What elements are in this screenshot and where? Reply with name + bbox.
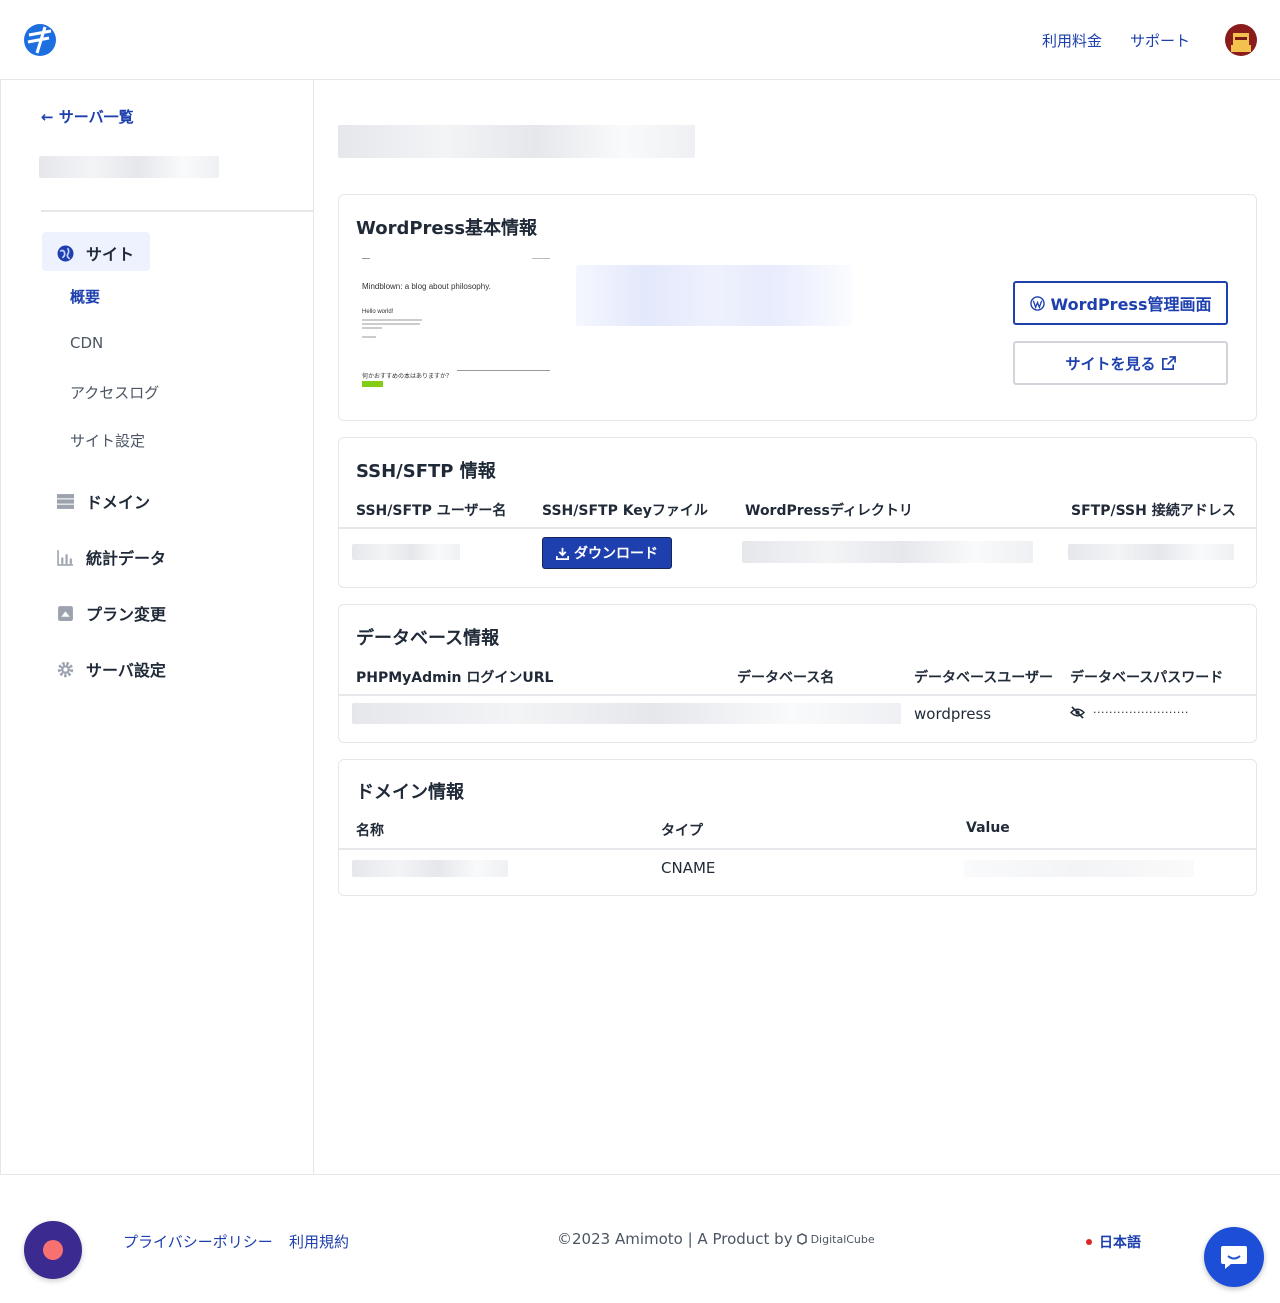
column-header-ssh-user: SSH/SFTP ユーザー名 [356, 503, 507, 519]
server-name-redacted [39, 156, 219, 178]
chat-bubble-icon [1221, 1246, 1247, 1269]
user-avatar[interactable] [1225, 24, 1257, 56]
wordpress-info-card: WordPress基本情報 Mindblown: a blog about ph… [338, 194, 1257, 421]
column-header-value: Value [966, 820, 1010, 836]
ssh-username-redacted [352, 544, 460, 560]
site-url-redacted [576, 265, 852, 326]
nav-plan-label: プラン変更 [86, 605, 167, 624]
phpmyadmin-url-redacted [352, 703, 901, 724]
language-label: 日本語 [1099, 1235, 1141, 1251]
nav-stats-label: 統計データ [86, 549, 167, 568]
nav-site-label: サイト [86, 245, 135, 264]
db-password-field: ························ [1070, 706, 1256, 719]
nav-item-site[interactable]: サイト [57, 241, 134, 265]
eye-off-icon[interactable] [1070, 706, 1085, 719]
nav-item-plan[interactable]: プラン変更 [57, 601, 166, 625]
column-header-key-file: SSH/SFTP Keyファイル [542, 503, 708, 519]
column-header-phpmyadmin-url: PHPMyAdmin ログインURL [356, 670, 554, 686]
table-header-divider [339, 848, 1256, 850]
back-to-server-list-link[interactable]: ← サーバ一覧 [41, 106, 134, 127]
sub-item-overview[interactable]: 概要 [70, 286, 100, 307]
db-password-mask: ························ [1093, 706, 1189, 719]
gear-icon [57, 661, 74, 677]
wordpress-icon [1029, 295, 1045, 311]
site-name-redacted [338, 125, 695, 158]
table-header-divider [339, 694, 1256, 696]
download-label: ダウンロード [574, 546, 658, 562]
pricing-link[interactable]: 利用料金 [1042, 30, 1102, 51]
column-header-name: 名称 [356, 823, 384, 839]
upgrade-icon [58, 605, 73, 621]
wordpress-admin-button[interactable]: WordPress管理画面 [1013, 281, 1228, 325]
copyright: ©2023 Amimoto | A Product by DigitalCube [557, 1230, 875, 1248]
view-site-label: サイトを見る [1065, 354, 1156, 373]
ssh-info-title: SSH/SFTP 情報 [356, 461, 496, 482]
sub-item-access-log[interactable]: アクセスログ [70, 382, 159, 403]
column-header-db-password: データベースパスワード [1070, 670, 1224, 686]
chat-support-button[interactable] [1204, 1227, 1264, 1287]
nav-item-server-settings[interactable]: サーバ設定 [57, 657, 166, 681]
globe-icon [57, 245, 74, 261]
language-selector[interactable]: 日本語 [1086, 1232, 1141, 1252]
wordpress-admin-label: WordPress管理画面 [1050, 295, 1212, 314]
sub-item-cdn[interactable]: CDN [70, 334, 103, 352]
nav-domain-label: ドメイン [86, 493, 151, 512]
terms-link[interactable]: 利用規約 [289, 1231, 349, 1252]
view-site-button[interactable]: サイトを見る [1013, 341, 1228, 385]
digitalcube-logo-icon [796, 1233, 807, 1245]
amimoto-logo[interactable] [23, 23, 57, 57]
copyright-text: ©2023 Amimoto | A Product by [557, 1230, 793, 1248]
bar-chart-icon [57, 549, 73, 566]
nav-item-stats[interactable]: 統計データ [57, 545, 166, 569]
external-link-icon [1161, 355, 1176, 370]
app-shell: ← サーバ一覧 サイト 概要 CDN アクセスログ サイト設定 ドメイン 統計デ… [0, 80, 1280, 1175]
column-header-sftp-address: SFTP/SSH 接続アドレス [1071, 503, 1236, 519]
top-bar: 利用料金 サポート [0, 0, 1280, 80]
domain-name-redacted [352, 860, 508, 877]
column-header-db-user: データベースユーザー [914, 670, 1054, 686]
column-header-wp-directory: WordPressディレクトリ [745, 503, 913, 519]
download-icon [556, 547, 569, 560]
column-header-db-name: データベース名 [737, 670, 835, 686]
wordpress-info-title: WordPress基本情報 [356, 218, 538, 239]
server-icon [57, 493, 74, 509]
japan-flag-icon [1086, 1239, 1092, 1245]
nav-item-domain[interactable]: ドメイン [57, 489, 150, 513]
wp-directory-redacted [742, 541, 1033, 563]
sub-item-site-settings[interactable]: サイト設定 [70, 430, 145, 451]
preview-blog-title: Mindblown: a blog about philosophy. [362, 282, 491, 291]
preview-post-title: Hello world! [362, 309, 394, 315]
preview-question: 何かおすすめの本はありますか？ [362, 374, 453, 380]
privacy-policy-link[interactable]: プライバシーポリシー [123, 1231, 273, 1252]
record-dot-icon [43, 1240, 63, 1260]
sidebar: ← サーバ一覧 サイト 概要 CDN アクセスログ サイト設定 ドメイン 統計デ… [1, 80, 314, 1175]
digitalcube-brand[interactable]: DigitalCube [811, 1233, 875, 1246]
sftp-address-redacted [1068, 544, 1234, 560]
domain-info-card: ドメイン情報 名称 タイプ Value CNAME [338, 759, 1257, 896]
sidebar-divider [41, 210, 313, 212]
table-header-divider [339, 527, 1256, 529]
nav-server-settings-label: サーバ設定 [86, 661, 166, 680]
download-key-button[interactable]: ダウンロード [542, 537, 672, 569]
site-preview-thumbnail[interactable]: Mindblown: a blog about philosophy. Hell… [359, 258, 554, 398]
database-info-title: データベース情報 [356, 628, 500, 649]
domain-value-redacted [964, 860, 1194, 877]
domain-info-title: ドメイン情報 [356, 782, 464, 803]
column-header-type: タイプ [661, 823, 703, 839]
database-info-card: データベース情報 PHPMyAdmin ログインURL データベース名 データベ… [338, 604, 1257, 743]
db-user-value: wordpress [914, 705, 992, 723]
ssh-sftp-info-card: SSH/SFTP 情報 SSH/SFTP ユーザー名 SSH/SFTP Keyフ… [338, 437, 1257, 588]
support-link[interactable]: サポート [1130, 30, 1190, 51]
feedback-widget-button[interactable] [24, 1221, 82, 1279]
domain-type-value: CNAME [661, 859, 716, 877]
